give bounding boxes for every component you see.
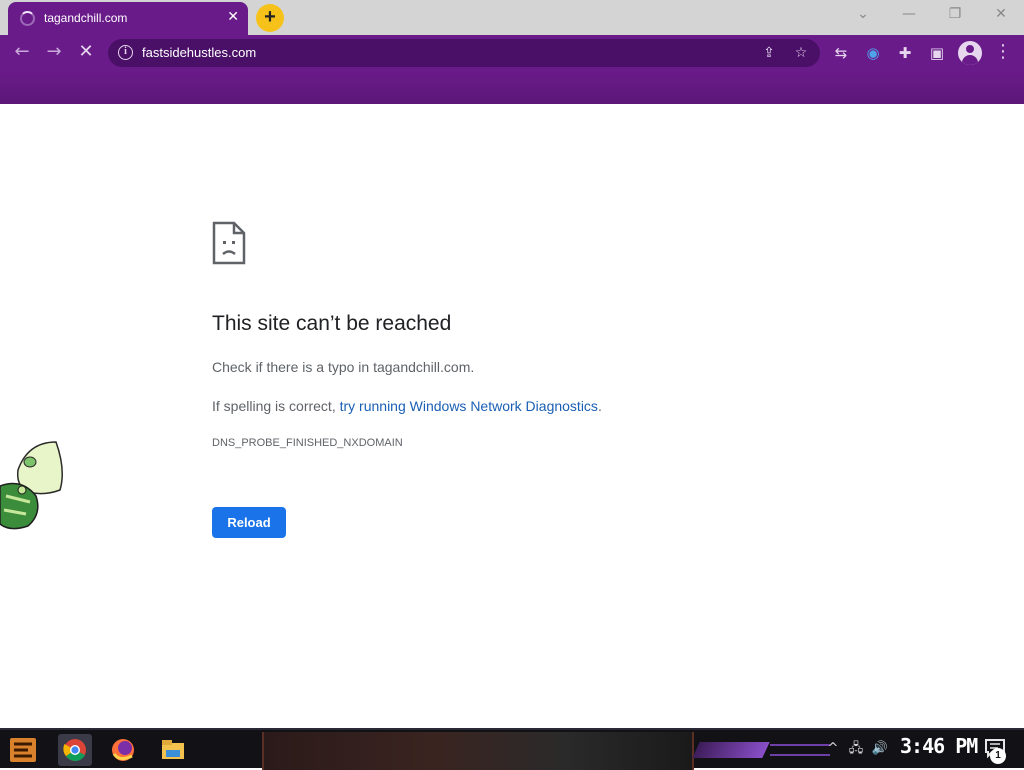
tray-overflow-chevron-icon[interactable]: ^ [826, 738, 840, 760]
page-content: This site can’t be reached Check if ther… [0, 104, 1024, 728]
browser-tab[interactable]: tagandchill.com ✕ [8, 2, 248, 35]
extension-shield-icon[interactable]: ◉ [862, 42, 884, 64]
stop-loading-button[interactable]: ✕ [74, 41, 98, 65]
file-explorer-icon [162, 740, 184, 759]
network-diagnostics-link[interactable]: try running Windows Network Diagnostics [340, 398, 598, 414]
browser-menu-icon[interactable]: ⋮ [994, 41, 1012, 63]
desktop-mascot-character [0, 441, 63, 530]
window-close-button[interactable]: ✕ [978, 0, 1024, 30]
network-icon[interactable]: 🖧 [846, 738, 866, 760]
firefox-icon [112, 739, 134, 761]
diagnostics-prefix: If spelling is correct, [212, 398, 340, 414]
diagnostics-suffix: . [597, 398, 602, 414]
diagnostics-hint: If spelling is correct, try running Wind… [212, 398, 602, 414]
tab-strip: tagandchill.com ✕ + ⌄ — ❐ ✕ [0, 0, 1024, 35]
theme-banner [0, 70, 1024, 104]
restore-button[interactable]: ❐ [932, 0, 978, 30]
tab-search-icon[interactable]: ⌄ [840, 0, 886, 30]
profile-avatar-icon[interactable] [958, 41, 982, 65]
taskbar-decoration-lines [770, 744, 830, 756]
error-code: DNS_PROBE_FINISHED_NXDOMAIN [212, 437, 403, 449]
back-button[interactable]: ← [10, 41, 34, 65]
typo-hint: Check if there is a typo in tagandchill.… [212, 359, 475, 375]
chrome-icon [63, 739, 86, 761]
loading-spinner-icon [20, 11, 35, 26]
bookmark-star-icon[interactable]: ☆ [792, 44, 810, 62]
volume-icon[interactable]: 🔊 [870, 738, 890, 760]
taskbar-file-explorer-button[interactable] [156, 734, 190, 766]
sad-document-icon [212, 221, 246, 265]
url-text[interactable]: fastsidehustles.com [142, 45, 256, 60]
taskbar-decoration [692, 742, 770, 758]
browser-toolbar: ← → ✕ i fastsidehustles.com ⇪ ☆ ⇆ ◉ ✚ ▣ … [0, 35, 1024, 70]
new-tab-button[interactable]: + [256, 4, 284, 32]
side-panel-icon[interactable]: ▣ [926, 42, 948, 64]
address-bar[interactable]: i fastsidehustles.com ⇪ ☆ [108, 39, 820, 67]
notification-count-badge: 1 [990, 748, 1006, 764]
forward-button[interactable]: → [42, 41, 66, 65]
taskbar-clock[interactable]: 3:46 PM [900, 734, 978, 758]
share-icon[interactable]: ⇪ [760, 44, 778, 62]
taskbar: ^ 🖧 🔊 3:46 PM 1 [0, 728, 1024, 770]
tab-title: tagandchill.com [44, 11, 128, 25]
tab-close-icon[interactable]: ✕ [227, 10, 239, 24]
extensions-puzzle-icon[interactable]: ✚ [894, 42, 916, 64]
reload-button[interactable]: Reload [212, 507, 286, 538]
taskbar-wallpaper-thumbnail [262, 732, 694, 770]
error-title: This site can’t be reached [212, 312, 452, 335]
extension-swap-icon[interactable]: ⇆ [830, 42, 852, 64]
taskbar-chrome-button[interactable] [58, 734, 92, 766]
minimize-button[interactable]: — [886, 0, 932, 30]
start-button-icon[interactable] [8, 736, 38, 764]
site-info-icon[interactable]: i [118, 45, 133, 60]
taskbar-firefox-button[interactable] [106, 734, 140, 766]
